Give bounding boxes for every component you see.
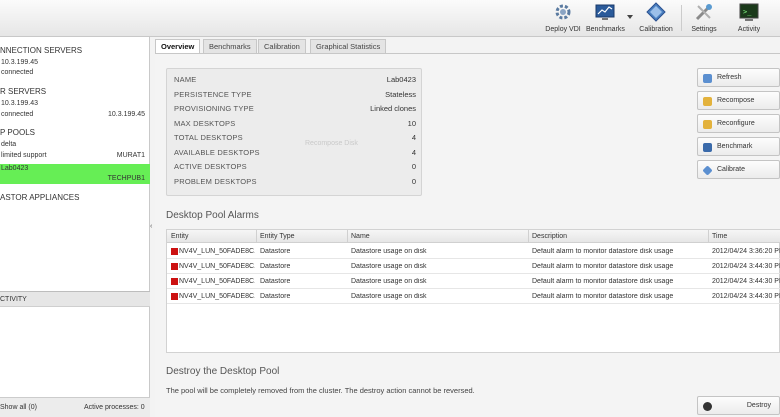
alarms-table: Entity Entity Type Name Description Time… — [166, 229, 780, 353]
pools-header: P POOLS — [0, 128, 35, 137]
activity-title: CTIVITY — [0, 296, 27, 303]
gear-icon — [553, 2, 573, 22]
alarm-red-icon — [171, 248, 178, 255]
toolbar: Deploy VDI Benchmarks Calibration Settin… — [0, 0, 780, 37]
tab-benchmarks[interactable]: Benchmarks — [203, 39, 257, 53]
alarms-table-header: Entity Entity Type Name Description Time — [167, 230, 780, 243]
alarm-red-icon — [171, 293, 178, 300]
left-panel: NNECTION SERVERS 10.3.199.45 connected R… — [0, 37, 150, 417]
r-server-address[interactable]: 10.3.199.43 — [1, 100, 38, 107]
calibration-icon — [646, 2, 666, 22]
column-divider — [708, 230, 709, 243]
summary-row: PROVISIONING TYPE Linked clones — [174, 104, 416, 113]
alarm-red-icon — [171, 278, 178, 285]
main-content: NAME Lab0423 PERSISTENCE TYPE Stateless PR… — [155, 53, 780, 417]
calibration-button[interactable]: Calibration — [637, 2, 675, 36]
recompose-button[interactable]: Recompose — [697, 91, 780, 110]
table-row[interactable]: NV4V_LUN_50FADE8C... Datastore Datastore… — [167, 259, 780, 274]
calibrate-icon — [702, 165, 713, 176]
refresh-icon — [703, 74, 712, 83]
table-row[interactable]: NV4V_LUN_50FADE8C... Datastore Datastore… — [167, 274, 780, 289]
summary-row: NAME Lab0423 — [174, 75, 416, 84]
chevron-down-icon[interactable] — [627, 15, 633, 19]
column-header-name[interactable]: Name — [351, 233, 370, 240]
summary-row: MAX DESKTOPS 10 — [174, 119, 416, 128]
connection-server-address[interactable]: 10.3.199.45 — [1, 59, 38, 66]
tab-graphical-statistics[interactable]: Graphical Statistics — [310, 39, 387, 53]
summary-row: AVAILABLE DESKTOPS 4 — [174, 148, 416, 157]
tab-overview[interactable]: Overview — [155, 39, 201, 53]
alarm-red-icon — [171, 263, 178, 270]
summary-row: ACTIVE DESKTOPS 0 — [174, 162, 416, 171]
settings-button[interactable]: Settings — [687, 2, 721, 36]
summary-row: PROBLEM DESKTOPS 0 — [174, 177, 416, 186]
tab-calibration[interactable]: Calibration — [258, 39, 306, 53]
recompose-icon — [703, 97, 712, 106]
benchmark-icon — [703, 143, 712, 152]
connection-servers-header: NNECTION SERVERS — [0, 46, 83, 55]
pool-delta-host: MURAT1 — [116, 152, 145, 159]
summary-row: PERSISTENCE TYPE Stateless — [174, 90, 416, 99]
calibrate-button[interactable]: Calibrate — [697, 160, 780, 179]
table-row[interactable]: NV4V_LUN_50FADE8C... Datastore Datastore… — [167, 289, 780, 304]
benchmarks-button[interactable]: Benchmarks — [586, 2, 625, 36]
reconfigure-icon — [703, 120, 712, 129]
column-header-time[interactable]: Time — [712, 233, 727, 240]
appliances-header: ASTOR APPLIANCES — [0, 193, 80, 202]
benchmark-button[interactable]: Benchmark — [697, 137, 780, 156]
activity-footer: Show all (0) Active processes: 0 — [0, 397, 150, 417]
column-divider — [347, 230, 348, 243]
pool-lab0423-name: Lab0423 — [1, 165, 29, 172]
summary-row: TOTAL DESKTOPS 4 — [174, 133, 416, 142]
settings-icon — [694, 2, 714, 22]
pool-delta-name[interactable]: delta — [1, 141, 16, 148]
activity-icon: >_ — [739, 2, 759, 22]
destroy-button[interactable]: Destroy — [697, 396, 780, 415]
refresh-button[interactable]: Refresh — [697, 68, 780, 87]
column-header-description[interactable]: Description — [532, 233, 567, 240]
column-divider — [256, 230, 257, 243]
reconfigure-button[interactable]: Reconfigure — [697, 114, 780, 133]
activity-header: CTIVITY — [0, 291, 150, 307]
collapse-panel-icon[interactable]: ‹ — [150, 223, 154, 233]
column-header-entity-type[interactable]: Entity Type — [260, 233, 295, 240]
column-header-entity[interactable]: Entity — [171, 233, 189, 240]
pool-summary-panel: NAME Lab0423 PERSISTENCE TYPE Stateless PR… — [166, 68, 422, 196]
active-processes-label: Active processes: 0 — [84, 404, 145, 411]
ghost-recompose-label: Recompose Disk — [305, 140, 358, 147]
benchmarks-icon — [595, 2, 615, 22]
bomb-icon — [703, 402, 712, 411]
activity-button[interactable]: >_ Activity — [732, 2, 766, 36]
show-all-link[interactable]: Show all (0) — [0, 404, 37, 411]
deploy-vdi-button[interactable]: Deploy VDI — [543, 2, 583, 36]
destroy-title: Destroy the Desktop Pool — [166, 366, 280, 377]
toolbar-divider — [681, 5, 682, 31]
r-server-status: connected — [1, 111, 34, 118]
destroy-description: The pool will be completely removed from… — [166, 386, 475, 395]
alarms-title: Desktop Pool Alarms — [166, 210, 259, 221]
column-divider — [528, 230, 529, 243]
pool-lab0423-host: TECHPUB1 — [107, 175, 145, 182]
r-server-parent: 10.3.199.45 — [108, 111, 145, 118]
table-row[interactable]: NV4V_LUN_50FADE8C... Datastore Datastore… — [167, 244, 780, 259]
connection-server-status: connected — [1, 69, 34, 76]
svg-text:>_: >_ — [743, 8, 752, 16]
pool-delta-status: limited support — [1, 152, 47, 159]
r-servers-header: R SERVERS — [0, 87, 47, 96]
